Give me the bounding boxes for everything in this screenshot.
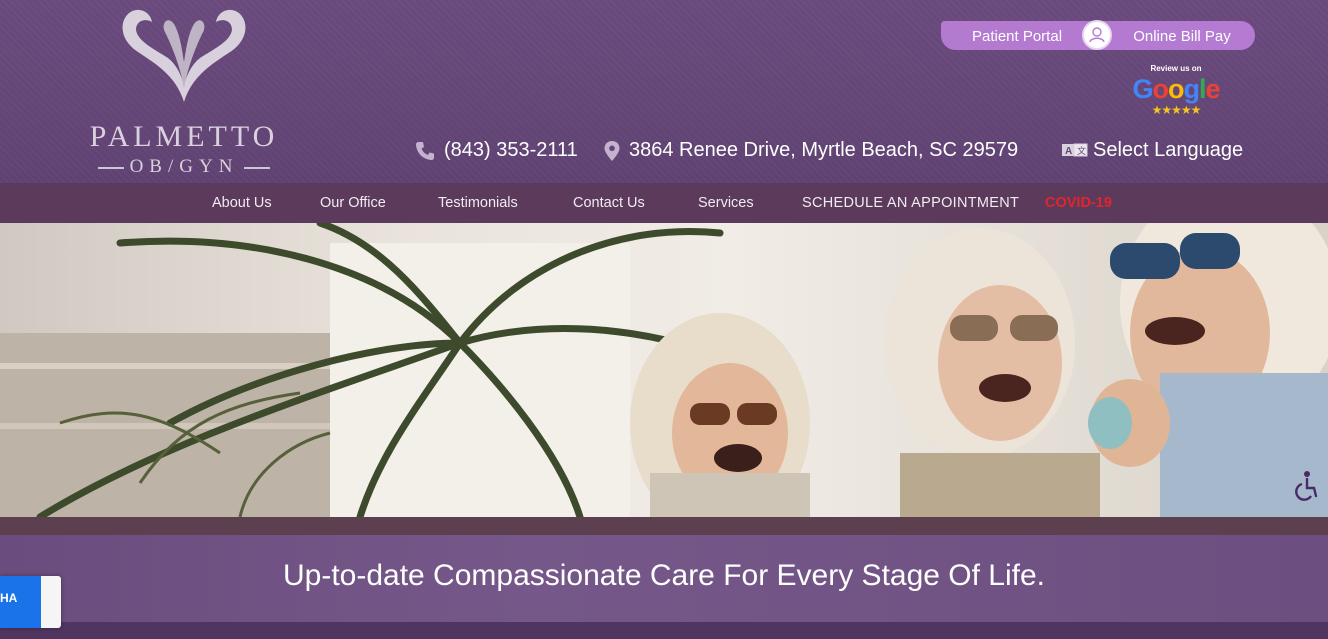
location-pin-icon	[604, 141, 620, 161]
online-bill-pay-link[interactable]: Online Bill Pay	[1109, 21, 1255, 50]
phone-contact[interactable]: (843) 353-2111	[414, 137, 578, 163]
translate-icon: A 文	[1062, 143, 1088, 157]
google-logo: Google	[1132, 74, 1220, 104]
user-icon	[1082, 20, 1112, 50]
nav-schedule-appointment[interactable]: SCHEDULE AN APPOINTMENT	[802, 183, 1019, 223]
main-nav: About Us Our Office Testimonials Contact…	[0, 183, 1328, 223]
nav-our-office[interactable]: Our Office	[320, 183, 386, 223]
nav-about-us[interactable]: About Us	[212, 183, 272, 223]
hero-photo-illustration	[0, 223, 1328, 517]
bottom-divider	[0, 622, 1328, 639]
palmetto-logo-mark-icon	[122, 9, 246, 102]
phone-icon	[416, 142, 434, 160]
phone-number: (843) 353-2111	[444, 139, 578, 161]
recaptcha-badge[interactable]: HA	[0, 576, 61, 628]
address-text: 3864 Renee Drive, Myrtle Beach, SC 29579	[629, 139, 1019, 161]
language-selector[interactable]: A 文 Select Language	[1062, 137, 1243, 163]
hero-divider	[0, 517, 1328, 535]
recaptcha-text: HA	[0, 591, 18, 605]
rating-stars: ★★★★★	[1151, 103, 1202, 117]
patient-portal-link[interactable]: Patient Portal	[941, 21, 1093, 50]
nav-contact-us[interactable]: Contact Us	[573, 183, 645, 223]
tagline-band: Up-to-date Compassionate Care For Every …	[0, 535, 1328, 622]
select-language-text: Select Language	[1093, 139, 1244, 161]
hero-tagline: Up-to-date Compassionate Care For Every …	[282, 559, 1045, 592]
google-review-badge[interactable]: Review us on Google ★★★★★	[1128, 64, 1224, 124]
nav-services[interactable]: Services	[698, 183, 754, 223]
svg-text:A: A	[1065, 146, 1072, 157]
address-contact[interactable]: 3864 Renee Drive, Myrtle Beach, SC 29579	[603, 137, 1018, 163]
accessibility-icon[interactable]	[1290, 470, 1318, 502]
nav-testimonials[interactable]: Testimonials	[438, 183, 518, 223]
site-header: PALMETTO OB/GYN Patient Portal Online Bi…	[0, 0, 1328, 183]
hero-image	[0, 223, 1328, 517]
logo-subtitle-text: OB/GYN	[129, 156, 239, 177]
nav-covid-19[interactable]: COVID-19	[1045, 183, 1112, 223]
palmetto-logo[interactable]: PALMETTO OB/GYN	[80, 6, 290, 178]
logo-name: PALMETTO	[89, 120, 279, 153]
logo-subtitle: OB/GYN	[80, 156, 288, 178]
review-us-text: Review us on	[1150, 64, 1202, 73]
svg-text:文: 文	[1077, 145, 1086, 156]
portal-bar: Patient Portal Online Bill Pay	[941, 20, 1255, 50]
